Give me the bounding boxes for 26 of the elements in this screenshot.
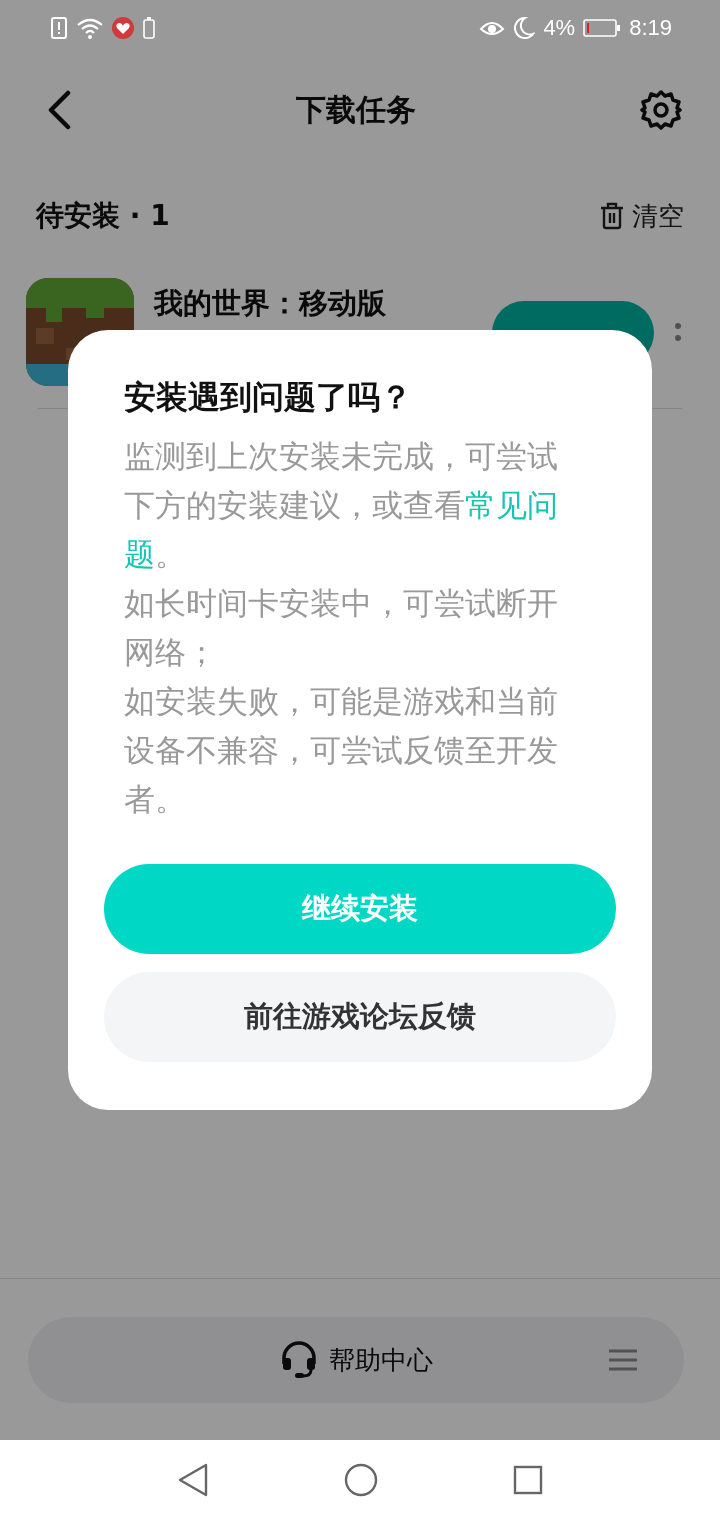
dialog-title: 安装遇到问题了吗？: [124, 377, 413, 418]
wifi-icon: [76, 16, 104, 40]
clock: 8:19: [629, 15, 672, 41]
clear-button[interactable]: 清空: [600, 198, 684, 234]
back-icon[interactable]: [46, 90, 72, 130]
dialog-message: 如长时间卡安装中，可尝试断开网络；: [124, 584, 559, 672]
alert-icon: [50, 16, 68, 40]
battery-percent: 4%: [543, 15, 576, 41]
headset-icon: [279, 1340, 319, 1380]
battery-icon: [583, 18, 622, 38]
help-bar[interactable]: 帮助中心: [28, 1317, 684, 1403]
settings-icon[interactable]: [640, 89, 682, 131]
app-name: 我的世界：移动版: [154, 285, 387, 322]
dialog-message: 监测到上次安装未完成，可尝试下方的安装建议，或查看常见问 题。: [124, 437, 559, 574]
trash-icon: [600, 202, 624, 230]
moon-icon: [513, 16, 536, 40]
page-title: 下载任务: [296, 90, 416, 129]
menu-icon[interactable]: [608, 1348, 638, 1372]
help-center-label: 帮助中心: [329, 1343, 433, 1377]
recents-nav-icon[interactable]: [512, 1465, 543, 1495]
back-nav-icon[interactable]: [177, 1463, 210, 1497]
section-title: 待安装 · 1: [36, 198, 170, 234]
home-nav-icon[interactable]: [344, 1463, 378, 1497]
battery-saver-icon: [142, 16, 156, 40]
forum-feedback-button[interactable]: 前往游戏论坛反馈: [104, 972, 616, 1062]
dialog-message: 如安装失败，可能是游戏和当前设备不兼容，可尝试反馈至开发者。: [124, 682, 559, 819]
